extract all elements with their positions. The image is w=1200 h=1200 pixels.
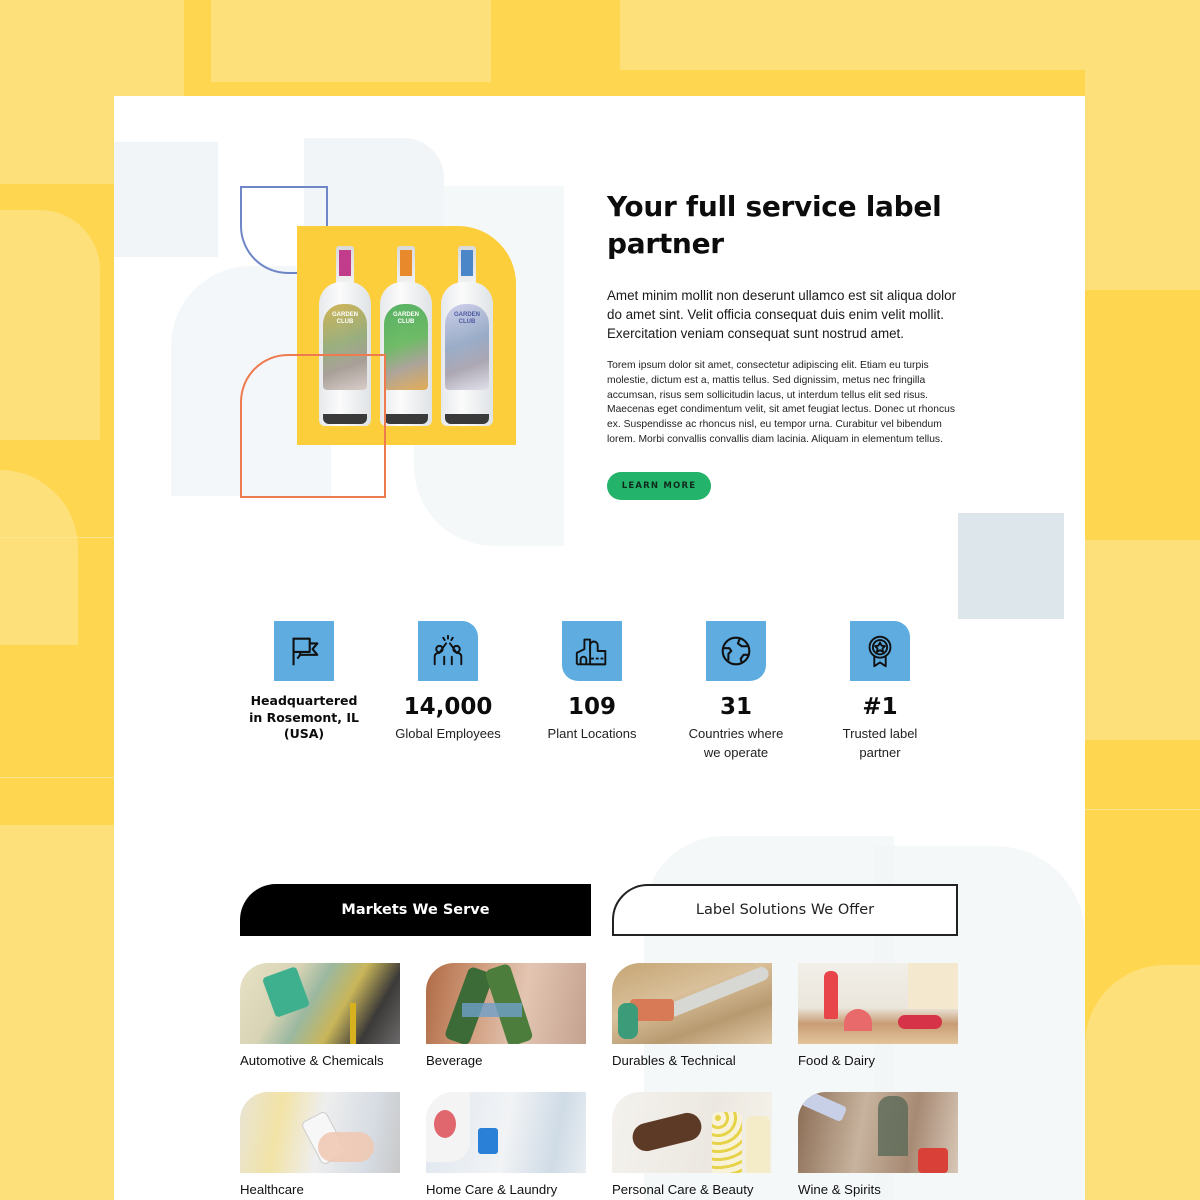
bg-decoration <box>0 825 114 1200</box>
market-card[interactable]: Personal Care & Beauty <box>612 1092 772 1197</box>
stat-heading: Headquartered in Rosemont, IL (USA) <box>249 693 359 741</box>
globe-icon <box>706 621 766 681</box>
bottle: GARDEN CLUB <box>380 246 432 426</box>
market-label: Wine & Spirits <box>798 1182 881 1197</box>
flag-icon <box>274 621 334 681</box>
market-image <box>426 963 586 1044</box>
bg-decoration <box>1085 70 1200 290</box>
hero-media: GARDEN CLUB GARDEN CLUB GARDEN CLUB <box>240 186 530 506</box>
stat-label: Trusted label partner <box>842 726 918 760</box>
stat-number: 109 <box>567 694 616 720</box>
market-card[interactable]: Beverage <box>426 963 586 1068</box>
market-image <box>612 1092 772 1173</box>
stat-label: Global Employees <box>395 726 501 741</box>
bg-line <box>1085 809 1200 810</box>
market-label: Automotive & Chemicals <box>240 1053 384 1068</box>
market-label: Food & Dairy <box>798 1053 875 1068</box>
bg-decoration <box>211 0 491 82</box>
market-card[interactable]: Automotive & Chemicals <box>240 963 400 1068</box>
stat-number: #1 <box>862 694 898 720</box>
market-card[interactable]: Wine & Spirits <box>798 1092 958 1197</box>
tab-markets-we-serve[interactable]: Markets We Serve <box>240 884 591 936</box>
bg-line <box>0 537 114 538</box>
market-image <box>612 963 772 1044</box>
hero-title: Your full service label partner <box>607 190 942 260</box>
stat-label: Countries where we operate <box>688 726 784 760</box>
stat-number: 14,000 <box>403 694 493 720</box>
hero-text: Your full service label partner Amet min… <box>607 188 967 448</box>
stats-row: Headquartered in Rosemont, IL (USA) 14,0… <box>232 621 952 762</box>
bg-decoration <box>0 470 78 645</box>
stat-headquarters: Headquartered in Rosemont, IL (USA) <box>232 621 376 762</box>
hero-body: Torem ipsum dolor sit amet, consectetur … <box>607 360 955 445</box>
stat-trusted: #1 Trusted label partner <box>808 621 952 762</box>
tab-label-solutions[interactable]: Label Solutions We Offer <box>612 884 958 936</box>
bg-decoration <box>0 210 100 440</box>
factory-icon <box>562 621 622 681</box>
market-label: Healthcare <box>240 1182 304 1197</box>
bg-line <box>0 777 114 778</box>
stat-number: 31 <box>719 694 752 720</box>
content-card: GARDEN CLUB GARDEN CLUB GARDEN CLUB Your… <box>114 96 1085 1200</box>
people-high-five-icon <box>418 621 478 681</box>
bg-decoration <box>620 0 1200 70</box>
hero-lead: Amet minim mollit non deserunt ullamco e… <box>607 288 957 341</box>
decorative-square <box>958 513 1064 619</box>
market-image <box>240 1092 400 1173</box>
market-image <box>798 1092 958 1173</box>
bottle: GARDEN CLUB <box>441 246 493 426</box>
market-card[interactable]: Food & Dairy <box>798 963 958 1068</box>
stat-label: Plant Locations <box>547 726 637 741</box>
stat-countries: 31 Countries where we operate <box>664 621 808 762</box>
market-label: Durables & Technical <box>612 1053 736 1068</box>
award-star-icon <box>850 621 910 681</box>
ghost-shape <box>114 142 218 257</box>
market-label: Personal Care & Beauty <box>612 1182 754 1197</box>
stat-plants: 109 Plant Locations <box>520 621 664 762</box>
market-image <box>240 963 400 1044</box>
market-card[interactable]: Durables & Technical <box>612 963 772 1068</box>
market-image <box>426 1092 586 1173</box>
bg-decoration <box>1085 965 1200 1200</box>
bg-decoration <box>1085 540 1200 740</box>
decorative-frame <box>240 354 386 498</box>
market-card[interactable]: Healthcare <box>240 1092 400 1197</box>
market-card[interactable]: Home Care & Laundry <box>426 1092 586 1197</box>
market-image <box>798 963 958 1044</box>
market-label: Beverage <box>426 1053 483 1068</box>
learn-more-button[interactable]: LEARN MORE <box>607 472 711 500</box>
market-label: Home Care & Laundry <box>426 1182 558 1197</box>
stat-employees: 14,000 Global Employees <box>376 621 520 762</box>
